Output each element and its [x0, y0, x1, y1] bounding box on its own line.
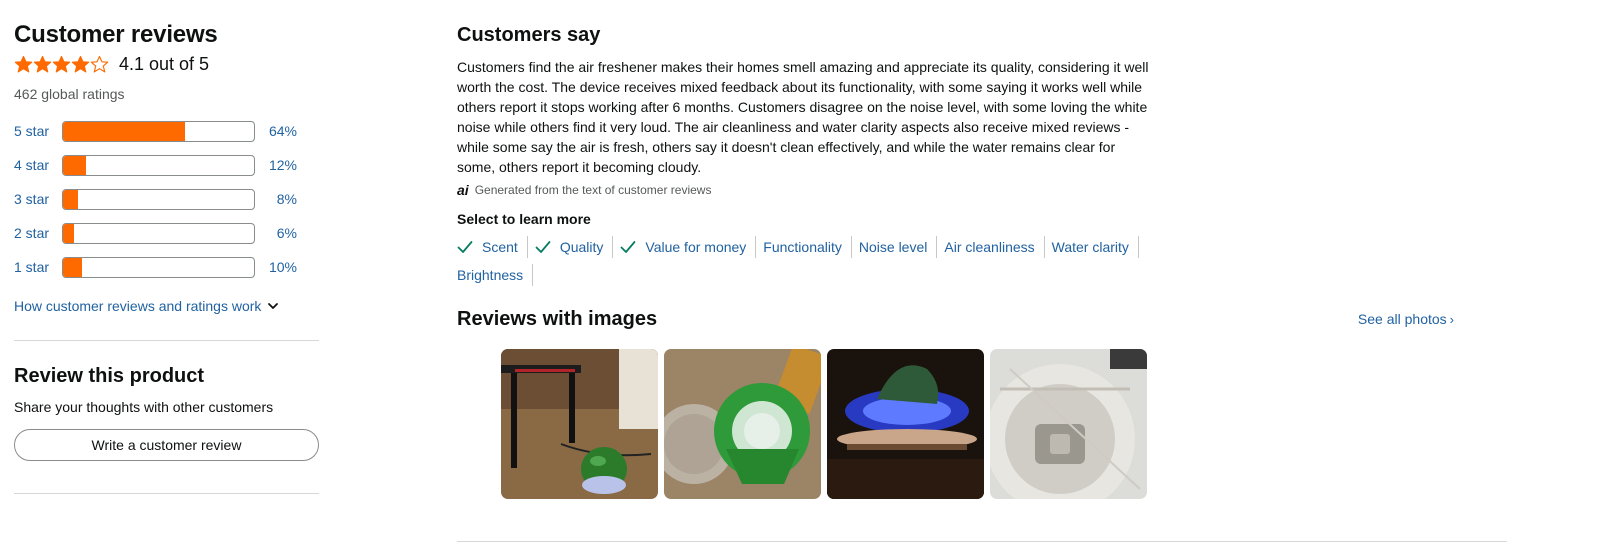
- histogram-star-label: 3 star: [14, 191, 50, 207]
- aspect-chip[interactable]: Value for money: [620, 236, 757, 258]
- review-product-heading: Review this product: [14, 365, 205, 387]
- aspect-label: Scent: [482, 239, 518, 255]
- ai-note-text: Generated from the text of customer revi…: [474, 183, 712, 197]
- divider: [457, 541, 1507, 542]
- histogram-row[interactable]: 1 star 10%: [14, 250, 319, 284]
- review-product-subtitle: Share your thoughts with other customers: [14, 399, 274, 415]
- ai-review-summary: Customers find the air freshener makes t…: [457, 59, 1149, 175]
- divider: [14, 493, 319, 494]
- histogram-bar-fill: [63, 121, 186, 141]
- star-full-icon: [71, 55, 90, 72]
- histogram-bar: [62, 154, 255, 176]
- review-photo-thumbnail[interactable]: [827, 349, 984, 499]
- star-full-icon: [33, 55, 52, 72]
- histogram-row[interactable]: 4 star 12%: [14, 148, 319, 182]
- review-photo-thumbnail[interactable]: [501, 349, 658, 499]
- review-photo-thumbnail[interactable]: [990, 349, 1147, 499]
- customer-reviews-heading: Customer reviews: [14, 21, 218, 48]
- histogram-star-label: 2 star: [14, 225, 50, 241]
- rating-histogram: 5 star 64% 4 star 12% 3 star 8% 2 star 6% 1 star…: [14, 114, 319, 284]
- review-photo-thumbnail[interactable]: [664, 349, 821, 499]
- review-photo-image: [990, 349, 1147, 499]
- histogram-bar-fill: [63, 223, 75, 243]
- check-icon: [457, 241, 473, 253]
- check-icon: [535, 241, 551, 253]
- histogram-bar-fill: [63, 155, 86, 175]
- aspect-label: Air cleanliness: [944, 239, 1035, 255]
- star-full-icon: [14, 55, 33, 72]
- average-rating[interactable]: 4.1 out of 5: [14, 51, 319, 77]
- star-empty-icon: [90, 55, 109, 72]
- write-review-button[interactable]: Write a customer review: [14, 429, 319, 461]
- select-to-learn-label: Select to learn more: [457, 211, 591, 227]
- histogram-percent: 12%: [268, 157, 297, 173]
- how-reviews-work-link[interactable]: How customer reviews and ratings work: [14, 296, 319, 316]
- histogram-percent: 64%: [268, 123, 297, 139]
- aspect-label: Quality: [559, 239, 604, 255]
- histogram-bar: [62, 188, 255, 210]
- histogram-row[interactable]: 2 star 6%: [14, 216, 319, 250]
- see-all-photos-label: See all photos: [1357, 311, 1447, 327]
- aspect-chip[interactable]: Water clarity: [1052, 236, 1139, 258]
- reviews-with-images-header: Reviews with images See all photos ›: [457, 306, 1507, 332]
- histogram-percent: 10%: [268, 259, 297, 275]
- ai-generated-note: ai Generated from the text of customer r…: [457, 181, 1507, 199]
- chevron-down-icon: [268, 303, 279, 309]
- aspect-chips: Scent Quality Value for money Functionality…: [457, 236, 1177, 292]
- aspect-chip[interactable]: Brightness: [457, 264, 534, 286]
- histogram-percent: 8%: [276, 191, 297, 207]
- see-all-photos-link[interactable]: See all photos ›: [1358, 311, 1454, 327]
- star-rating: [14, 55, 109, 74]
- review-photo-image: [501, 349, 658, 499]
- aspect-chip[interactable]: Scent: [457, 236, 528, 258]
- review-photo-image: [664, 349, 821, 499]
- histogram-bar: [62, 120, 255, 142]
- aspect-label: Functionality: [763, 239, 842, 255]
- aspect-chip[interactable]: Quality: [535, 236, 614, 258]
- histogram-row[interactable]: 5 star 64%: [14, 114, 319, 148]
- histogram-row[interactable]: 3 star 8%: [14, 182, 319, 216]
- reviews-summary-column: Customer reviews 4.1 out of 5 462 global…: [14, 20, 319, 494]
- aspect-chip[interactable]: Noise level: [858, 236, 938, 258]
- reviews-with-images-heading: Reviews with images: [457, 308, 658, 330]
- aspect-chip[interactable]: Air cleanliness: [944, 236, 1045, 258]
- review-photo-image: [827, 349, 984, 499]
- histogram-percent: 6%: [276, 225, 297, 241]
- divider: [14, 340, 319, 341]
- histogram-star-label: 5 star: [14, 123, 50, 139]
- histogram-bar-fill: [63, 189, 79, 209]
- histogram-star-label: 4 star: [14, 157, 50, 173]
- rating-text: 4.1 out of 5: [119, 54, 210, 74]
- histogram-star-label: 1 star: [14, 259, 50, 275]
- global-ratings-count: 462 global ratings: [14, 86, 125, 102]
- ai-icon: ai: [457, 182, 469, 198]
- aspect-label: Noise level: [858, 239, 928, 255]
- aspect-label: Brightness: [457, 267, 524, 283]
- aspect-label: Value for money: [645, 239, 747, 255]
- check-icon: [620, 241, 636, 253]
- histogram-bar: [62, 222, 255, 244]
- histogram-bar: [62, 256, 255, 278]
- review-photos: [501, 349, 1507, 499]
- histogram-bar-fill: [63, 257, 83, 277]
- customers-say-heading: Customers say: [457, 24, 601, 46]
- how-reviews-work-label: How customer reviews and ratings work: [14, 298, 262, 314]
- aspect-chip[interactable]: Functionality: [763, 236, 852, 258]
- star-full-icon: [52, 55, 71, 72]
- aspect-label: Water clarity: [1051, 239, 1129, 255]
- chevron-right-icon: ›: [1449, 311, 1454, 327]
- customers-say-column: Customers say Customers find the air fre…: [457, 22, 1507, 499]
